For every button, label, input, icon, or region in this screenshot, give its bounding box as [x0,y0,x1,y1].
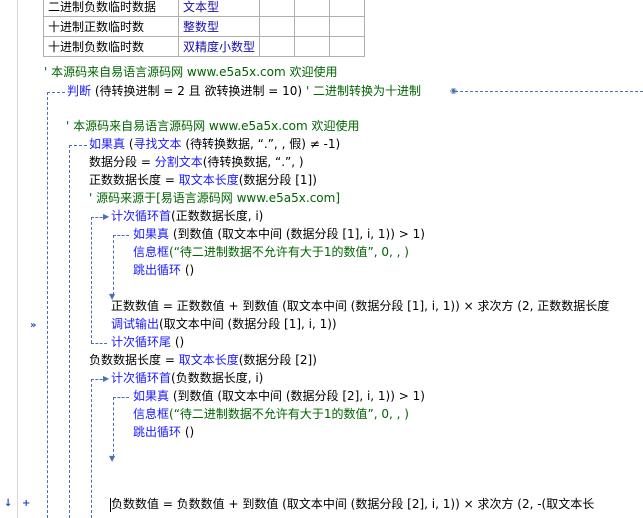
if1-flow-connector [113,235,129,236]
loop1-arrow-icon: ▶ [103,212,110,221]
code-line-judge[interactable]: 判断 (待转换进制 = 2 且 欲转换进制 = 10) ' 二进制转换为十进制 [67,83,421,100]
msgbox-args: (“待二进制数据不允许有大于1的数值”, 0, , ) [169,407,409,421]
var-name[interactable]: 十进制负数临时数 [43,36,179,57]
add-line-icon[interactable]: + [22,498,30,509]
code-line-msgbox2[interactable]: 信息框(“待二进制数据不允许有大于1的数值”, 0, , ) [133,406,409,423]
assign-target: 负数数据长度 = [89,353,179,367]
code-line-break2[interactable]: 跳出循环 () [133,424,194,441]
code-line-if2[interactable]: 如果真 (到数值 (取文本中间 (数据分段 [2], i, 1)) > 1) [133,388,425,405]
ifture-flow-connector [69,145,87,146]
judge-condition: (待转换进制 = 2 且 欲转换进制 = 10) [94,84,303,98]
func-split-text: 分割文本 [154,155,203,169]
debug-args: (取文本中间 (数据分段 [1], i, 1)) [159,317,337,331]
var-name[interactable]: 二进制负数临时数据 [43,0,179,17]
code-line-loop1-end[interactable]: 计次循环尾 () [111,334,184,351]
if2-flow-line [113,397,114,457]
judge-comment: ' 二进制转换为十进制 [305,84,422,98]
keyword-loop-start: 计次循环首 [111,371,172,385]
code-comment[interactable]: ' 本源码来自易语言源码网 www.e5a5x.com 欢迎使用 [66,118,359,135]
editor-gutter [0,0,18,518]
var-remark[interactable] [329,36,366,57]
execution-marker-icon[interactable]: » [30,320,36,331]
assign-target: 正数数据长度 = [89,173,179,187]
var-static[interactable] [259,36,296,57]
split-args: (待转换数据, “.”, ) [202,155,304,169]
var-name[interactable]: 十进制正数临时数 [43,16,179,37]
keyword-loop-end: 计次循环尾 [111,335,172,349]
if-condition: (到数值 (取文本中间 (数据分段 [1], i, 1)) > 1) [172,227,425,241]
table-row[interactable]: 十进制负数临时数 双精度小数型 [43,36,366,57]
len-args: (数据分段 [2]) [238,353,317,367]
var-static[interactable] [259,0,296,17]
keyword-ifture: 如果真 [133,227,170,241]
func-find-text: 寻找文本 [133,137,182,151]
if1-flow-line [113,235,114,295]
loop1-flow-line [91,217,92,343]
keyword-loop-start: 计次循环首 [111,209,172,223]
keyword-break: 跳出循环 [133,263,182,277]
loop2-flow-line [91,379,92,518]
code-line-ifture[interactable]: 如果真 (寻找文本 (待转换数据, “.”, , 假) ≠ -1) [89,136,340,153]
loop-args: (负数数据长度, i) [171,371,264,385]
code-line-split[interactable]: 数据分段 = 分割文本(待转换数据, “.”, ) [89,154,304,171]
code-comment[interactable]: ' 源码来源于[易语言源码网 www.e5a5x.com] [89,190,340,207]
keyword-break: 跳出循环 [133,425,182,439]
var-remark[interactable] [329,0,366,17]
loop1-flow-end [91,343,107,344]
var-static[interactable] [259,16,296,37]
code-line-len1[interactable]: 正数数据长度 = 取文本长度(数据分段 [1]) [89,172,317,189]
msgbox-args: (“待二进制数据不允许有大于1的数值”, 0, , ) [169,245,409,259]
assign-target: 数据分段 = [89,155,155,169]
judge-flow-connector [47,92,65,93]
keyword-ifture: 如果真 [133,389,170,403]
loop-args: (正数数据长度, i) [171,209,264,223]
var-type[interactable]: 双精度小数型 [177,36,261,57]
func-msgbox: 信息框 [133,245,170,259]
judge-flow-tail [455,91,643,92]
var-array[interactable] [294,0,331,17]
var-array[interactable] [294,36,331,57]
var-type[interactable]: 整数型 [177,16,261,37]
code-line-debug[interactable]: 调试输出(取文本中间 (数据分段 [1], i, 1)) [111,316,337,333]
break-args: () [184,425,195,439]
keyword-judge: 判断 [67,84,92,98]
judge-flow-line [47,92,48,518]
if2-flow-connector [113,397,129,398]
code-line-break1[interactable]: 跳出循环 () [133,262,194,279]
keyword-ifture: 如果真 [89,137,126,151]
table-row[interactable]: 十进制正数临时数 整数型 [43,16,366,37]
gutter-divider [17,0,18,518]
step-arrow-icon[interactable]: ↓ [4,498,12,509]
code-line-loop1[interactable]: 计次循环首(正数数据长度, i) [111,208,263,225]
code-line-negative-sum[interactable]: 负数数值 = 负数数值 + 到数值 (取文本中间 (数据分段 [2], i, 1… [111,496,594,513]
code-line-len2[interactable]: 负数数据长度 = 取文本长度(数据分段 [2]) [89,352,317,369]
code-line-loop2[interactable]: 计次循环首(负数数据长度, i) [111,370,263,387]
var-remark[interactable] [329,16,366,37]
break-args: () [184,263,195,277]
func-text-length: 取文本长度 [178,173,239,187]
func-debug-output: 调试输出 [111,317,160,331]
table-row[interactable]: 二进制负数临时数据 文本型 [43,0,366,17]
func-text-length: 取文本长度 [178,353,239,367]
ifture-flow-line [69,145,70,518]
loop2-arrow-icon: ▶ [103,374,110,383]
ifture-args: (待转换数据, “.”, , 假) ≠ -1) [185,137,341,151]
variable-table: 二进制负数临时数据 文本型 十进制正数临时数 整数型 十进制负数临时数 双精度小… [43,0,366,57]
var-array[interactable] [294,16,331,37]
if-condition: (到数值 (取文本中间 (数据分段 [2], i, 1)) > 1) [172,389,425,403]
code-line-positive-sum[interactable]: 正数数值 = 正数数值 + 到数值 (取文本中间 (数据分段 [1], i, 1… [111,298,609,315]
if2-down-arrow-icon: ▼ [109,454,116,463]
func-msgbox: 信息框 [133,407,170,421]
loop-end-args: () [174,335,185,349]
var-type[interactable]: 文本型 [177,0,261,17]
len-args: (数据分段 [1]) [238,173,317,187]
code-comment[interactable]: ' 本源码来自易语言源码网 www.e5a5x.com 欢迎使用 [44,64,337,81]
code-line-if1[interactable]: 如果真 (到数值 (取文本中间 (数据分段 [1], i, 1)) > 1) [133,226,425,243]
code-line-msgbox1[interactable]: 信息框(“待二进制数据不允许有大于1的数值”, 0, , ) [133,244,409,261]
judge-end-circle-icon: ◉ [450,86,457,95]
